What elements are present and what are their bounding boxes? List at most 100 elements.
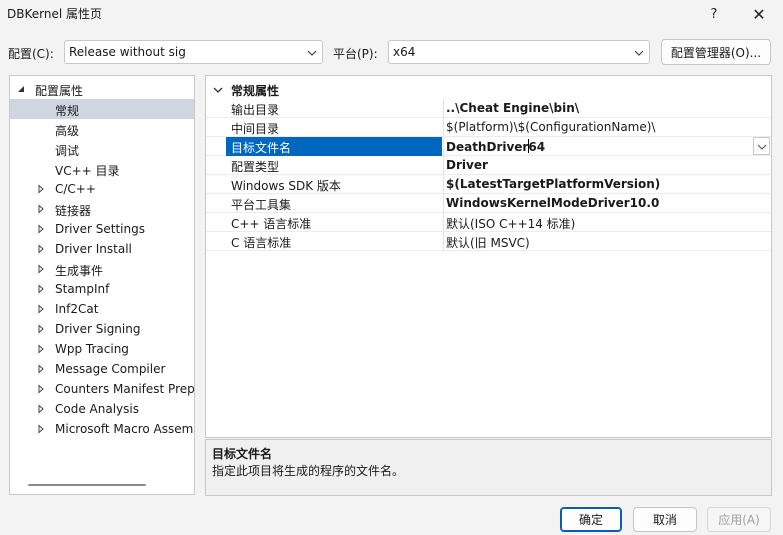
tree-item-label: 配置属性 [35,84,84,98]
property-row[interactable]: 目标文件名 DeathDriver64 [206,137,771,156]
tree-item-label: Driver Settings [55,222,145,236]
tree-item[interactable]: VC++ 目录 [10,159,194,179]
property-value: 默认(ISO C++14 标准) [446,217,576,231]
column-divider[interactable] [443,99,444,251]
tree-item-label: Microsoft Macro Assem [55,422,194,436]
property-grid[interactable]: 常规属性 输出目录 ..\Cheat Engine\bin\ 中间目录 $(Platf… [205,75,772,438]
tree-item[interactable]: 链接器 [10,199,194,219]
property-value-input[interactable]: DeathDriver64 [446,139,545,154]
tree-item[interactable]: Driver Install [10,239,194,259]
tree-item[interactable]: Microsoft Macro Assem [10,419,194,439]
property-value: 默认(旧 MSVC) [446,236,530,250]
property-row[interactable]: C++ 语言标准 默认(ISO C++14 标准) [206,213,771,232]
config-label: 配置(C): [8,47,54,61]
chevron-down-icon [213,87,223,93]
window-title: DBKernel 属性页 [7,7,102,21]
chevron-down-icon [634,50,644,56]
triangle-right-icon[interactable] [36,364,46,374]
triangle-right-icon[interactable] [36,404,46,414]
config-dropdown[interactable]: Release without sig [64,40,323,64]
property-name: C 语言标准 [231,236,292,250]
triangle-right-icon[interactable] [36,424,46,434]
triangle-down-icon[interactable] [16,84,26,94]
property-value: WindowsKernelModeDriver10.0 [446,196,660,210]
property-name: 中间目录 [231,122,280,136]
tree-item-label: Counters Manifest Prepr [55,382,195,396]
triangle-right-icon[interactable] [36,224,46,234]
config-value: Release without sig [69,45,186,59]
tree-item-label: Wpp Tracing [55,342,129,356]
platform-value: x64 [393,45,416,59]
property-tree[interactable]: 配置属性常规高级调试 VC++ 目录 C/C++ 链接器 Driver Settings… [9,75,195,495]
platform-label: 平台(P): [333,47,378,61]
property-row[interactable]: 配置类型 Driver [206,156,771,175]
triangle-right-icon[interactable] [36,264,46,274]
triangle-right-icon[interactable] [36,284,46,294]
property-name: 目标文件名 [231,141,292,155]
description-panel: 目标文件名 指定此项目将生成的程序的文件名。 [205,439,772,496]
category-header[interactable]: 常规属性 [206,80,771,99]
tree-item[interactable]: StampInf [10,279,194,299]
triangle-right-icon[interactable] [36,244,46,254]
tree-item[interactable]: Inf2Cat [10,299,194,319]
triangle-right-icon[interactable] [36,304,46,314]
property-name: 平台工具集 [231,198,292,212]
close-button[interactable]: ✕ [737,0,781,28]
property-row[interactable]: C 语言标准 默认(旧 MSVC) [206,232,771,251]
property-name: 配置类型 [231,160,280,174]
triangle-right-icon[interactable] [36,204,46,214]
value-dropdown-button[interactable] [753,137,770,155]
ok-button[interactable]: 确定 [560,507,622,532]
tree-item[interactable]: 调试 [10,139,194,159]
tree-item[interactable]: 常规 [10,99,194,119]
tree-item[interactable]: 高级 [10,119,194,139]
tree-item[interactable]: 配置属性 [10,79,194,99]
tree-item-label: VC++ 目录 [55,164,120,178]
property-name: 输出目录 [231,103,280,117]
title-bar: DBKernel 属性页 ? ✕ [0,0,783,28]
tree-item-label: Driver Signing [55,322,141,336]
tree-horizontal-scrollbar[interactable] [28,484,146,486]
tree-item[interactable]: Code Analysis [10,399,194,419]
tree-item-label: 高级 [55,124,80,138]
property-value: $(Platform)\$(ConfigurationName)\ [446,120,656,134]
tree-item-label: Driver Install [55,242,132,256]
tree-item[interactable]: Counters Manifest Prepr [10,379,194,399]
triangle-right-icon[interactable] [36,324,46,334]
property-row[interactable]: 中间目录 $(Platform)\$(ConfigurationName)\ [206,118,771,137]
cancel-button[interactable]: 取消 [633,507,697,532]
tree-item[interactable]: 生成事件 [10,259,194,279]
tree-item[interactable]: C/C++ [10,179,194,199]
tree-item[interactable]: Message Compiler [10,359,194,379]
tree-item-label: C/C++ [55,182,96,196]
chevron-down-icon [307,50,317,56]
triangle-right-icon[interactable] [36,184,46,194]
property-name: Windows SDK 版本 [231,179,341,193]
property-value: Driver [446,158,488,172]
description-title: 目标文件名 [212,447,273,461]
tree-item[interactable]: Driver Signing [10,319,194,339]
triangle-right-icon[interactable] [36,384,46,394]
tree-item[interactable]: Driver Settings [10,219,194,239]
value-text-before-cursor: DeathDriver [446,140,529,154]
tree-item-label: 常规 [55,104,80,118]
property-row[interactable]: 输出目录 ..\Cheat Engine\bin\ [206,99,771,118]
tree-item-label: 调试 [55,144,80,158]
platform-dropdown[interactable]: x64 [388,40,650,64]
description-text: 指定此项目将生成的程序的文件名。 [212,464,405,478]
triangle-right-icon[interactable] [36,344,46,354]
tree-item-label: 生成事件 [55,264,104,278]
property-row[interactable]: Windows SDK 版本 $(LatestTargetPlatformVers… [206,175,771,194]
tree-item-label: StampInf [55,282,110,296]
config-manager-button[interactable]: 配置管理器(O)... [661,39,771,65]
chevron-down-icon [757,144,767,150]
help-button[interactable]: ? [692,0,736,28]
property-value: ..\Cheat Engine\bin\ [446,101,580,115]
property-value: $(LatestTargetPlatformVersion) [446,177,661,191]
tree-item-label: 链接器 [55,204,92,218]
value-text-after-cursor: 64 [528,140,546,154]
apply-button[interactable]: 应用(A) [707,507,771,532]
tree-item[interactable]: Wpp Tracing [10,339,194,359]
property-name: C++ 语言标准 [231,217,312,231]
property-row[interactable]: 平台工具集 WindowsKernelModeDriver10.0 [206,194,771,213]
